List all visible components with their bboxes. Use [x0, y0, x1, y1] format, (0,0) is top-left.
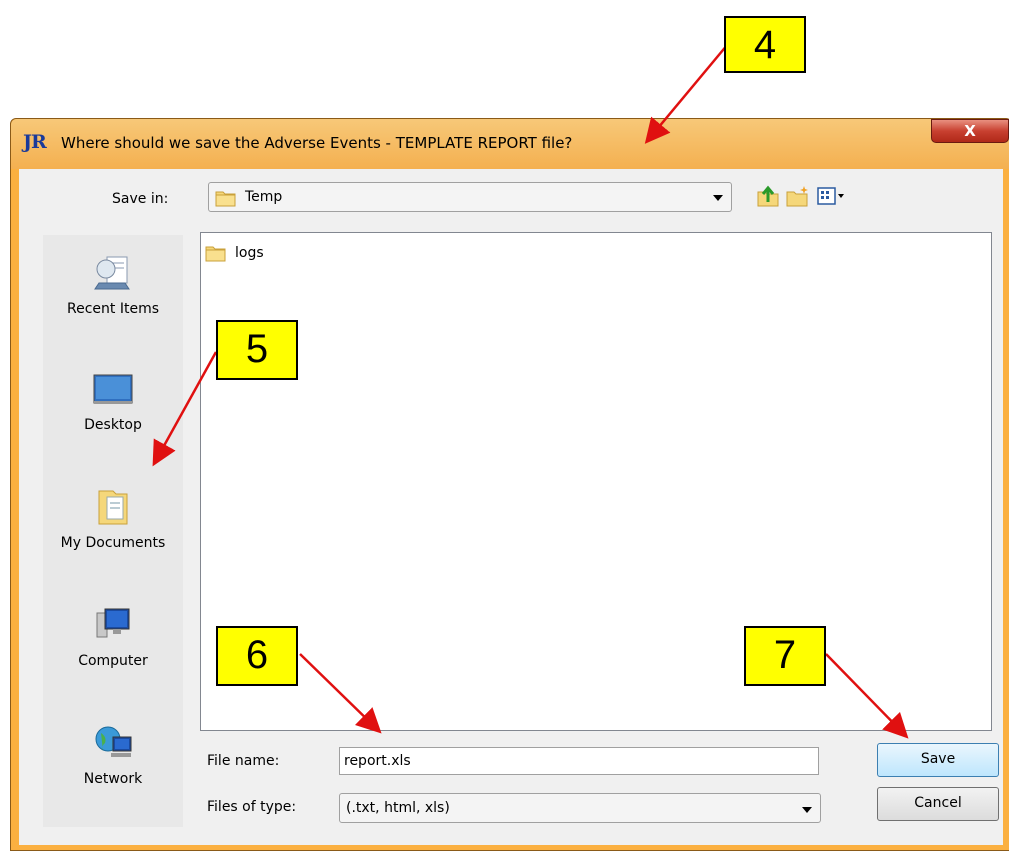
place-label: Network: [83, 771, 143, 787]
app-logo: JR: [23, 131, 47, 153]
dialog-body: Save in: Temp Recent Items Desktop My Do…: [19, 169, 1003, 845]
place-my-documents[interactable]: My Documents: [43, 469, 183, 579]
new-folder-icon[interactable]: [785, 184, 811, 208]
save-in-value: Temp: [245, 189, 283, 205]
place-label: My Documents: [60, 535, 166, 551]
computer-icon: [96, 608, 130, 638]
file-name-label: File name:: [207, 753, 280, 769]
file-type-value: (.txt, html, xls): [346, 800, 450, 816]
my-documents-icon: [98, 490, 128, 525]
chevron-down-icon: [802, 807, 812, 813]
place-label: Recent Items: [67, 301, 159, 317]
callout-6: 6: [216, 626, 298, 686]
save-button[interactable]: Save: [877, 743, 999, 777]
file-type-label: Files of type:: [207, 799, 297, 815]
place-recent-items[interactable]: Recent Items: [43, 235, 183, 345]
network-icon: [95, 726, 132, 757]
file-list[interactable]: logs: [200, 232, 992, 731]
title-bar[interactable]: JR Where should we save the Adverse Even…: [11, 119, 1009, 169]
save-in-label: Save in:: [112, 191, 169, 207]
close-button[interactable]: X: [931, 119, 1009, 143]
desktop-icon: [93, 374, 133, 404]
place-desktop[interactable]: Desktop: [43, 351, 183, 461]
place-computer[interactable]: Computer: [43, 587, 183, 697]
folder-icon: [205, 246, 226, 262]
list-item[interactable]: logs: [205, 241, 264, 265]
callout-5: 5: [216, 320, 298, 380]
file-type-dropdown[interactable]: (.txt, html, xls): [339, 793, 821, 823]
callout-7: 7: [744, 626, 826, 686]
place-network[interactable]: Network: [43, 705, 183, 815]
chevron-down-icon: [713, 195, 723, 201]
recent-items-icon: [94, 256, 130, 290]
places-bar: Recent Items Desktop My Documents Comput…: [43, 235, 183, 827]
up-folder-icon[interactable]: [755, 184, 781, 208]
folder-icon: [215, 191, 236, 207]
dialog-title: Where should we save the Adverse Events …: [61, 134, 573, 152]
file-name-input[interactable]: [339, 747, 819, 775]
place-label: Desktop: [84, 417, 142, 433]
callout-4: 4: [724, 16, 806, 73]
file-name: logs: [235, 245, 264, 261]
save-dialog-window: JR Where should we save the Adverse Even…: [10, 118, 1009, 851]
save-in-dropdown[interactable]: Temp: [208, 182, 732, 212]
place-label: Computer: [78, 653, 148, 669]
view-menu-icon[interactable]: [815, 184, 847, 208]
cancel-button[interactable]: Cancel: [877, 787, 999, 821]
